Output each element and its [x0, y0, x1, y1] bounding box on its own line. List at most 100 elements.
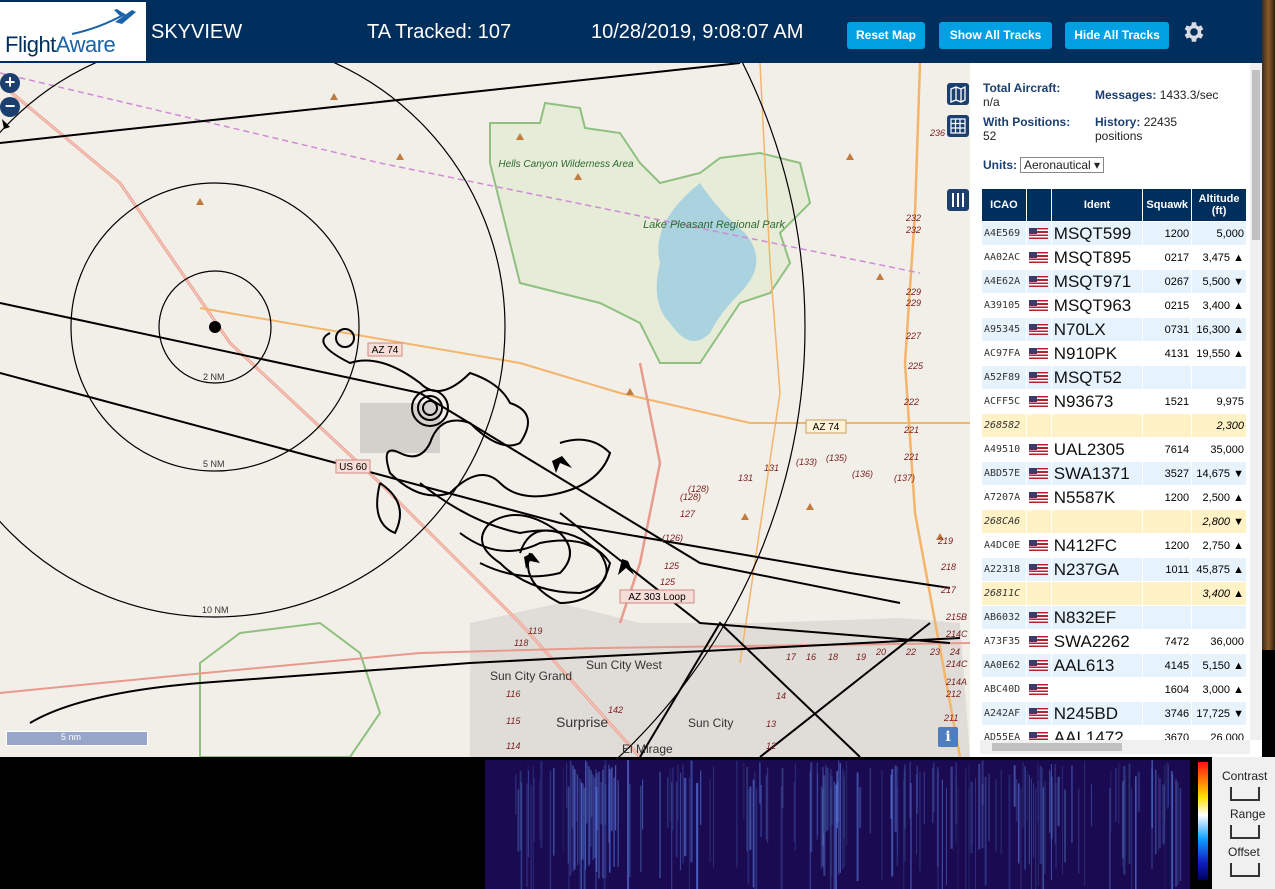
zoom-out-button[interactable]: − [0, 97, 20, 117]
map-view[interactable]: Hells Canyon Wilderness Area Lake Pleasa… [0, 63, 970, 757]
cell-flag [1026, 366, 1051, 389]
header-bar: FlightAware SKYVIEW TA Tracked: 107 10/2… [0, 0, 1262, 63]
waterfall-streak [684, 777, 687, 857]
table-row[interactable]: A242AF N245BD 3746 17,725 ▼ [982, 702, 1246, 725]
waterfall-streak [749, 786, 752, 850]
table-row[interactable]: ACFF5C N93673 1521 9,975 [982, 390, 1246, 413]
table-row[interactable]: AA02AC MSQT895 0217 3,475 ▲ [982, 246, 1246, 269]
table-row[interactable]: A4DC0E N412FC 1200 2,750 ▲ [982, 534, 1246, 557]
table-row[interactable]: A73F35 SWA2262 7472 36,000 [982, 630, 1246, 653]
cell-flag [1026, 390, 1051, 413]
range-ring-labels: 2 NM 5 NM 10 NM [202, 372, 229, 615]
table-row[interactable]: A39105 MSQT963 0215 3,400 ▲ [982, 294, 1246, 317]
cell-ident: MSQT963 [1051, 294, 1143, 317]
sidebar-vscroll-thumb[interactable] [1252, 70, 1260, 240]
table-row[interactable]: ABD57E SWA1371 3527 14,675 ▼ [982, 462, 1246, 485]
table-row[interactable]: 268582 2,300 [982, 414, 1246, 437]
route-number-label: 214A [945, 677, 967, 687]
ring-label: 5 NM [203, 459, 225, 469]
cell-squawk: 0217 [1143, 246, 1192, 269]
waterfall-streak [570, 762, 572, 830]
cell-altitude: 36,000 [1192, 630, 1246, 653]
waterfall-streak [1172, 773, 1174, 889]
flightaware-logo[interactable]: FlightAware [0, 2, 146, 61]
table-row[interactable]: A4E569 MSQT599 1200 5,000 [982, 222, 1246, 245]
table-row[interactable]: A4E62A MSQT971 0267 5,500 ▼ [982, 270, 1246, 293]
waterfall-streak [760, 784, 762, 837]
zoom-in-button[interactable]: + [0, 73, 20, 93]
waterfall-streak [568, 787, 570, 889]
cell-icao: A7207A [982, 486, 1026, 509]
columns-button[interactable] [947, 189, 969, 211]
cell-flag [1026, 342, 1051, 365]
col-squawk[interactable]: Squawk [1143, 189, 1192, 221]
map-layers-button[interactable] [947, 83, 969, 105]
table-row[interactable]: A22318 N237GA 1011 45,875 ▲ [982, 558, 1246, 581]
offset-slider[interactable] [1230, 863, 1260, 877]
waterfall-streak [975, 777, 976, 889]
table-row[interactable]: 26811C 3,400 ▲ [982, 582, 1246, 605]
us-flag-icon [1028, 612, 1048, 623]
col-altitude[interactable]: Altitude (ft) [1192, 189, 1246, 221]
waterfall-streak [602, 769, 604, 879]
cell-icao: A4E62A [982, 270, 1026, 293]
units-row: Units: Aeronautical ▾ [983, 157, 1105, 173]
logo-aware: Aware [55, 32, 116, 57]
table-row[interactable]: ABC40D 1604 3,000 ▲ [982, 678, 1246, 701]
route-number-label: 118 [514, 638, 528, 648]
col-flag[interactable] [1026, 189, 1051, 221]
table-row[interactable]: AB6032 N832EF [982, 606, 1246, 629]
cell-altitude: 14,675 ▼ [1192, 462, 1246, 485]
aircraft-icon[interactable] [2, 119, 10, 129]
waterfall-streak [540, 761, 543, 848]
sidebar-hscroll-thumb[interactable] [992, 743, 1122, 751]
map-canvas[interactable]: Hells Canyon Wilderness Area Lake Pleasa… [0, 63, 970, 757]
show-all-tracks-button[interactable]: Show All Tracks [939, 22, 1052, 49]
grid-toggle-button[interactable] [947, 115, 969, 137]
waterfall-streak [759, 762, 761, 804]
table-row[interactable]: AC97FA N910PK 4131 19,550 ▲ [982, 342, 1246, 365]
table-row[interactable]: A7207A N5587K 1200 2,500 ▲ [982, 486, 1246, 509]
us-flag-icon [1028, 564, 1048, 575]
hide-all-tracks-button[interactable]: Hide All Tracks [1065, 22, 1169, 49]
table-row[interactable]: A49510 UAL2305 7614 35,000 [982, 438, 1246, 461]
cell-altitude: 2,500 ▲ [1192, 486, 1246, 509]
waterfall-streak [1137, 771, 1140, 812]
col-ident[interactable]: Ident [1051, 189, 1143, 221]
cell-flag [1026, 510, 1051, 533]
us-flag-icon [1028, 492, 1048, 503]
contrast-slider[interactable] [1230, 787, 1260, 801]
aircraft-table: ICAO Ident Squawk Altitude (ft) A4E569 MS… [981, 188, 1247, 750]
us-flag-icon [1028, 636, 1048, 647]
waterfall-streak [1123, 765, 1126, 875]
waterfall-streak [603, 765, 606, 889]
aircraft-icon[interactable] [524, 553, 540, 569]
cell-flag [1026, 462, 1051, 485]
table-row[interactable]: AA0E62 AAL613 4145 5,150 ▲ [982, 654, 1246, 677]
waterfall-streak [1039, 766, 1042, 864]
info-button[interactable]: i [938, 727, 958, 747]
waterfall-streak [593, 777, 596, 858]
waterfall-streak [1155, 769, 1157, 855]
cell-squawk: 0731 [1143, 318, 1192, 341]
datetime: 10/28/2019, 9:08:07 AM [591, 21, 804, 43]
waterfall-streak [781, 768, 784, 809]
units-label: Units: [983, 158, 1017, 172]
table-row[interactable]: A52F89 MSQT52 [982, 366, 1246, 389]
col-icao[interactable]: ICAO [982, 189, 1026, 221]
stat-value: 1433.3/sec [1159, 88, 1219, 102]
cell-flag [1026, 654, 1051, 677]
waterfall-streak [1084, 760, 1086, 886]
table-row[interactable]: 268CA6 2,800 ▼ [982, 510, 1246, 533]
reset-map-button[interactable]: Reset Map [847, 22, 925, 49]
table-row[interactable]: A95345 N70LX 0731 16,300 ▲ [982, 318, 1246, 341]
aircraft-icon[interactable] [552, 456, 572, 473]
units-select[interactable]: Aeronautical ▾ [1020, 157, 1105, 173]
gear-icon[interactable] [1180, 18, 1206, 46]
cell-icao: A22318 [982, 558, 1026, 581]
us-flag-icon [1028, 468, 1048, 479]
waterfall-streak [1049, 770, 1051, 833]
waterfall-streak [1122, 784, 1124, 866]
cell-flag [1026, 582, 1051, 605]
range-slider[interactable] [1230, 825, 1260, 839]
